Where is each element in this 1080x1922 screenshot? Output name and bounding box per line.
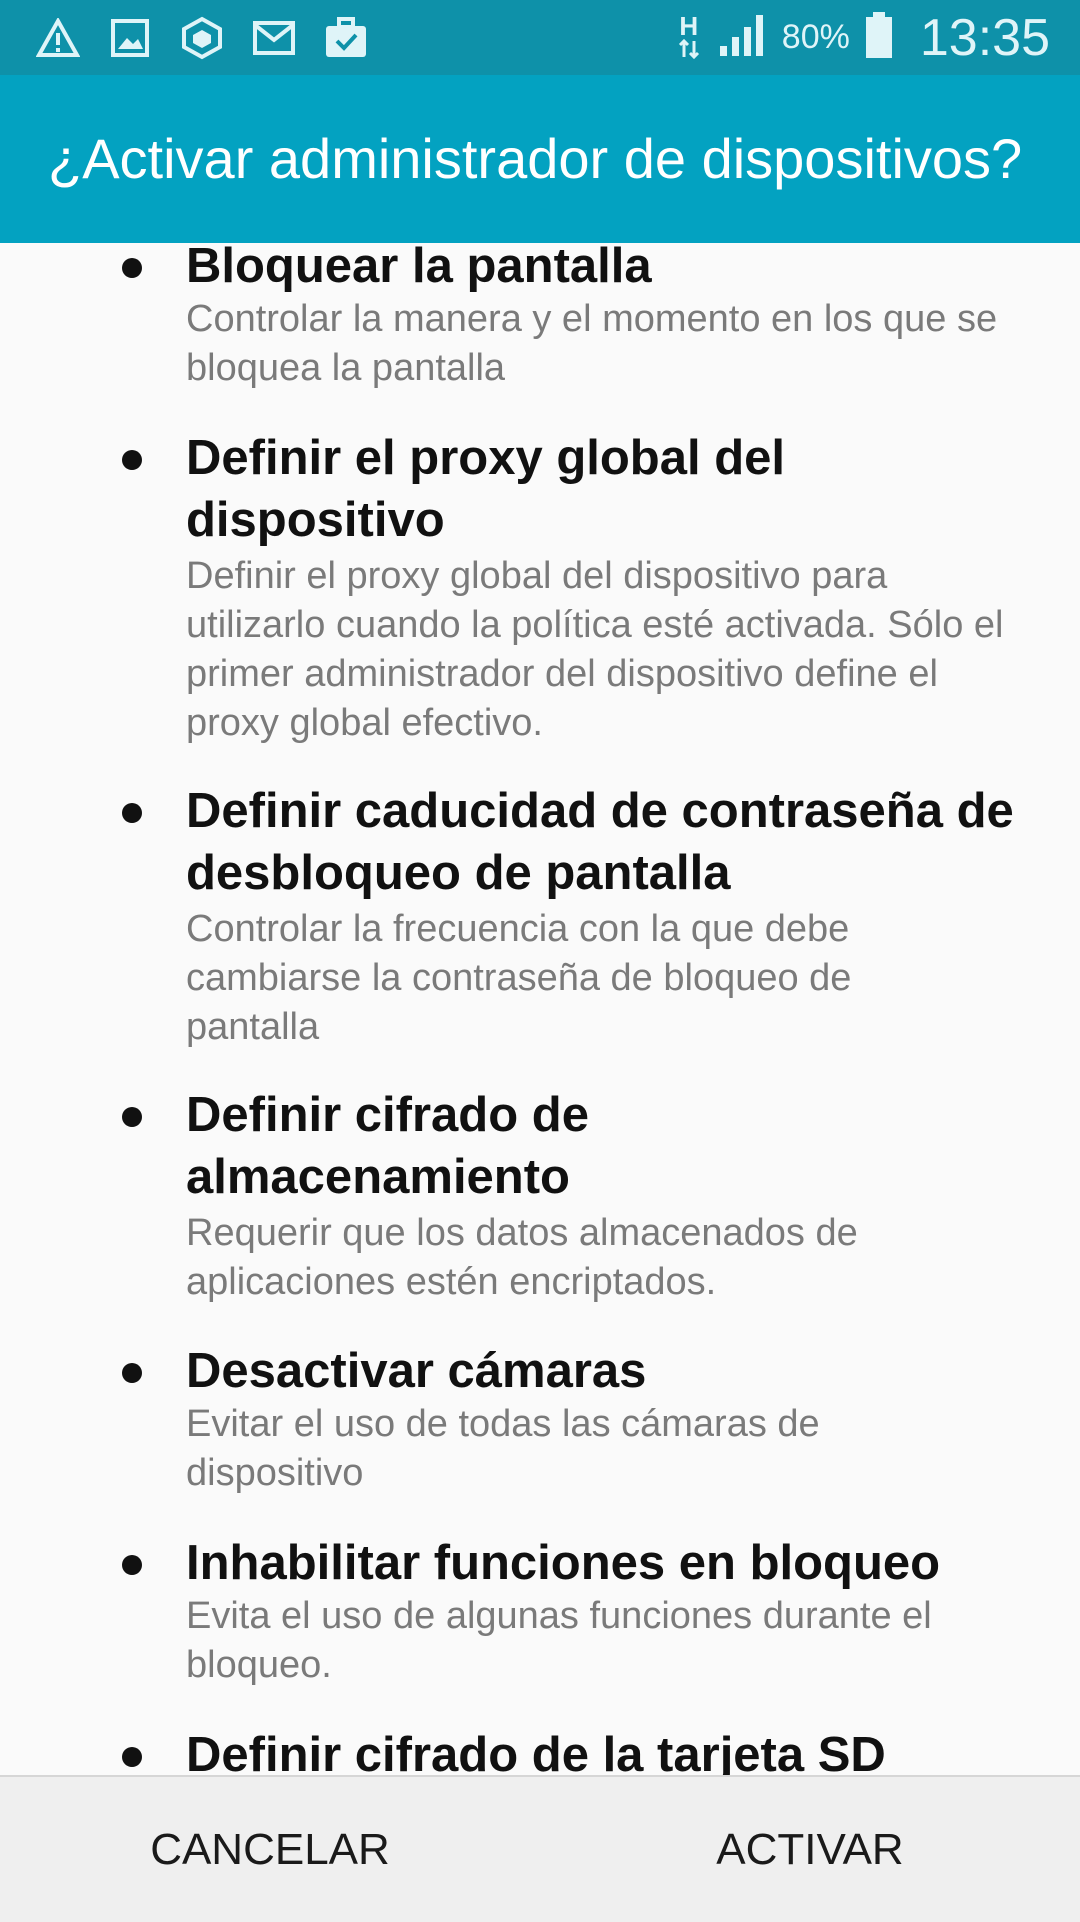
bullet-icon — [122, 450, 142, 470]
data-arrows-icon — [678, 38, 699, 59]
notification-icons — [36, 14, 368, 62]
status-right: H 80% 13:35 — [674, 0, 1050, 75]
network-type-label: H — [679, 10, 699, 41]
dialog-footer: CANCELAR ACTIVAR — [0, 1775, 1080, 1922]
bullet-icon — [122, 1107, 142, 1127]
policy-title: Bloquear la pantalla — [186, 243, 652, 293]
policy-title: Definir caducidad de contraseña de desbl… — [186, 784, 1014, 900]
policy-title: Definir cifrado de almacenamiento — [186, 1088, 589, 1204]
policy-description: Controlar la frecuencia con la que debe … — [186, 908, 852, 1048]
gallery-icon — [108, 16, 152, 60]
warning-icon — [36, 16, 80, 60]
network-type-indicator: H — [674, 10, 704, 62]
bullet-icon — [122, 803, 142, 823]
battery-icon — [864, 10, 894, 65]
box-icon — [180, 16, 224, 60]
policy-description: Evitar el uso de todas las cámaras de di… — [186, 1403, 820, 1494]
bullet-icon — [122, 1363, 142, 1383]
policy-description: Requerir que los datos almacenados de ap… — [186, 1212, 858, 1303]
bullet-icon — [122, 1555, 142, 1575]
policy-title: Definir cifrado de la tarjeta SD — [186, 1728, 886, 1775]
battery-percent: 80% — [781, 18, 850, 56]
activate-button[interactable]: ACTIVAR — [610, 1777, 1010, 1922]
dialog-header: ¿Activar administrador de dispositivos? — [0, 75, 1080, 243]
dialog-title: ¿Activar administrador de dispositivos? — [48, 127, 1023, 190]
signal-icon — [718, 12, 768, 63]
policy-description: Definir el proxy global del dispositivo … — [186, 555, 1004, 744]
policy-title: Definir el proxy global del dispositivo — [186, 431, 786, 547]
policy-description: Controlar la manera y el momento en los … — [186, 298, 998, 389]
briefcase-icon — [324, 16, 368, 60]
policy-title: Desactivar cámaras — [186, 1344, 647, 1398]
status-bar: H 80% 13:35 — [0, 0, 1080, 75]
policy-description: Evita el uso de algunas funciones durant… — [186, 1595, 932, 1686]
bullet-icon — [122, 1747, 142, 1767]
cancel-button[interactable]: CANCELAR — [70, 1777, 470, 1922]
policy-title: Inhabilitar funciones en bloqueo — [186, 1536, 941, 1590]
bullet-icon — [122, 258, 142, 278]
policy-list[interactable]: Bloquear la pantalla Controlar la manera… — [0, 243, 1080, 1775]
clock: 13:35 — [919, 8, 1050, 67]
email-icon — [252, 16, 296, 60]
